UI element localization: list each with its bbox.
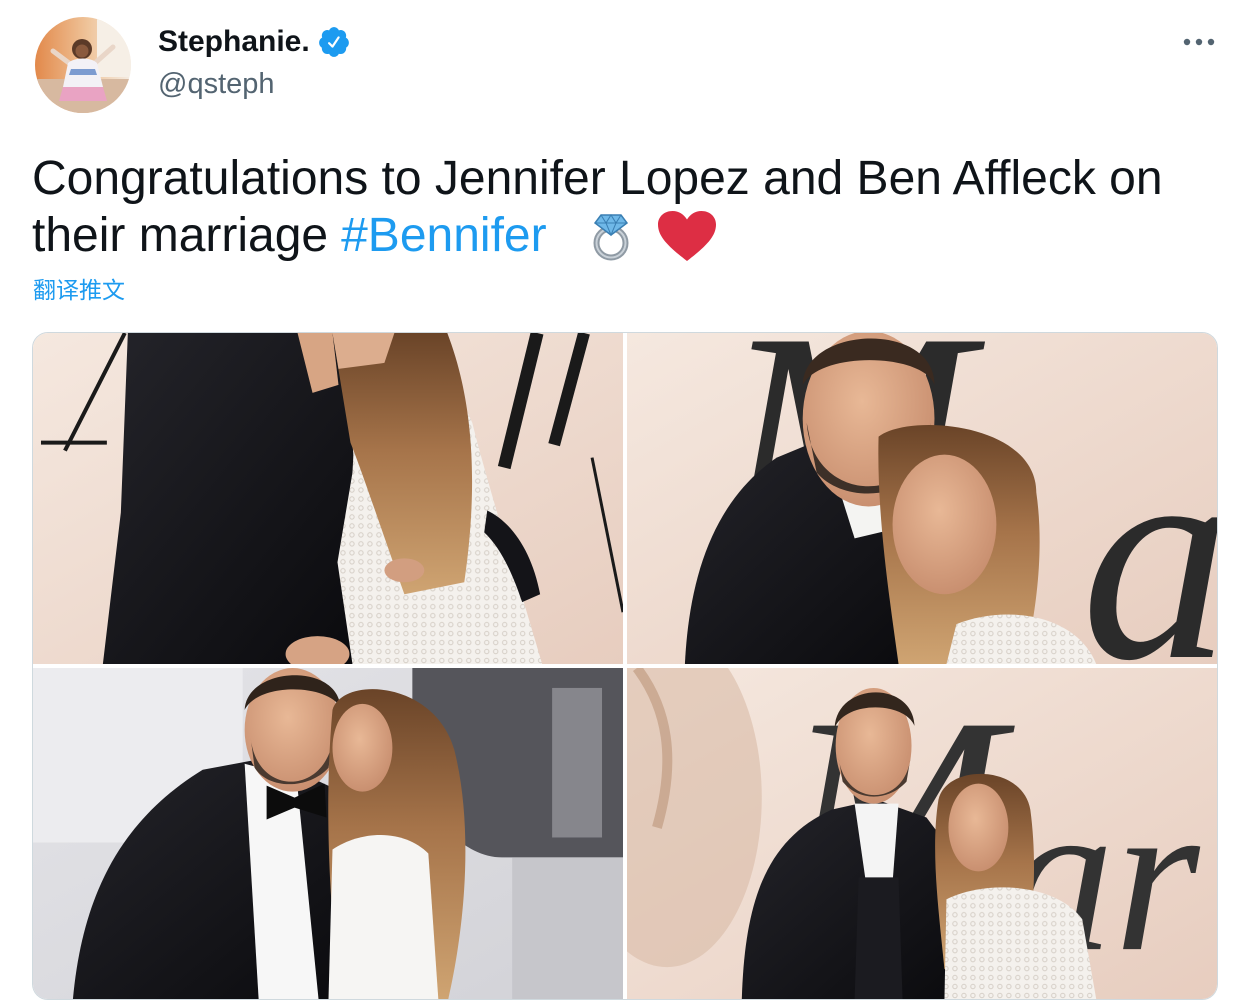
verified-badge-icon (318, 27, 349, 57)
avatar-outfit-stripe (69, 69, 97, 75)
avatar-face (75, 44, 89, 58)
more-options-button[interactable] (1180, 30, 1218, 54)
photo-1-image (33, 333, 623, 664)
photo-4-image: M ar (627, 668, 1217, 999)
tweet-photo-1[interactable] (33, 333, 623, 664)
woman-hand (384, 558, 425, 583)
woman-white-dress (328, 834, 439, 999)
backdrop-poster-lower (512, 857, 623, 999)
tweet-text: Congratulations to Jennifer Lopez and Be… (32, 150, 1163, 264)
tweet-text-segment: their marriage (32, 209, 329, 262)
photo-2-image: M a (627, 333, 1217, 664)
author-display-name[interactable]: Stephanie. (158, 24, 310, 60)
tweet-text-line-2: their marriage #Bennifer (32, 207, 1163, 264)
profile-avatar-image (35, 17, 131, 113)
avatar-skirt (59, 87, 107, 101)
photo-3-image (33, 668, 623, 999)
woman-face (948, 783, 1009, 872)
woman-face (332, 703, 393, 792)
man-vest (854, 877, 903, 999)
backdrop-poster-block (552, 687, 603, 838)
backdrop-letter: a (1081, 390, 1217, 664)
author-handle[interactable]: @qsteph (158, 66, 275, 102)
tweet-photo-3[interactable] (33, 668, 623, 999)
red-heart-emoji-icon (657, 211, 716, 261)
translate-tweet-link[interactable]: 翻译推文 (33, 276, 125, 304)
more-horizontal-icon (1183, 38, 1215, 46)
tweet-text-line-1: Congratulations to Jennifer Lopez and Be… (32, 152, 1163, 205)
hashtag-link[interactable]: #Bennifer (341, 207, 546, 264)
tweet-photo-4[interactable]: M ar (627, 668, 1217, 999)
tweet-media-grid: M a (32, 332, 1218, 1000)
ring-emoji-icon (593, 214, 629, 261)
author-avatar[interactable] (35, 17, 131, 113)
author-name-row: Stephanie. (158, 24, 351, 60)
woman-face (892, 454, 997, 595)
tweet-photo-2[interactable]: M a (627, 333, 1217, 664)
